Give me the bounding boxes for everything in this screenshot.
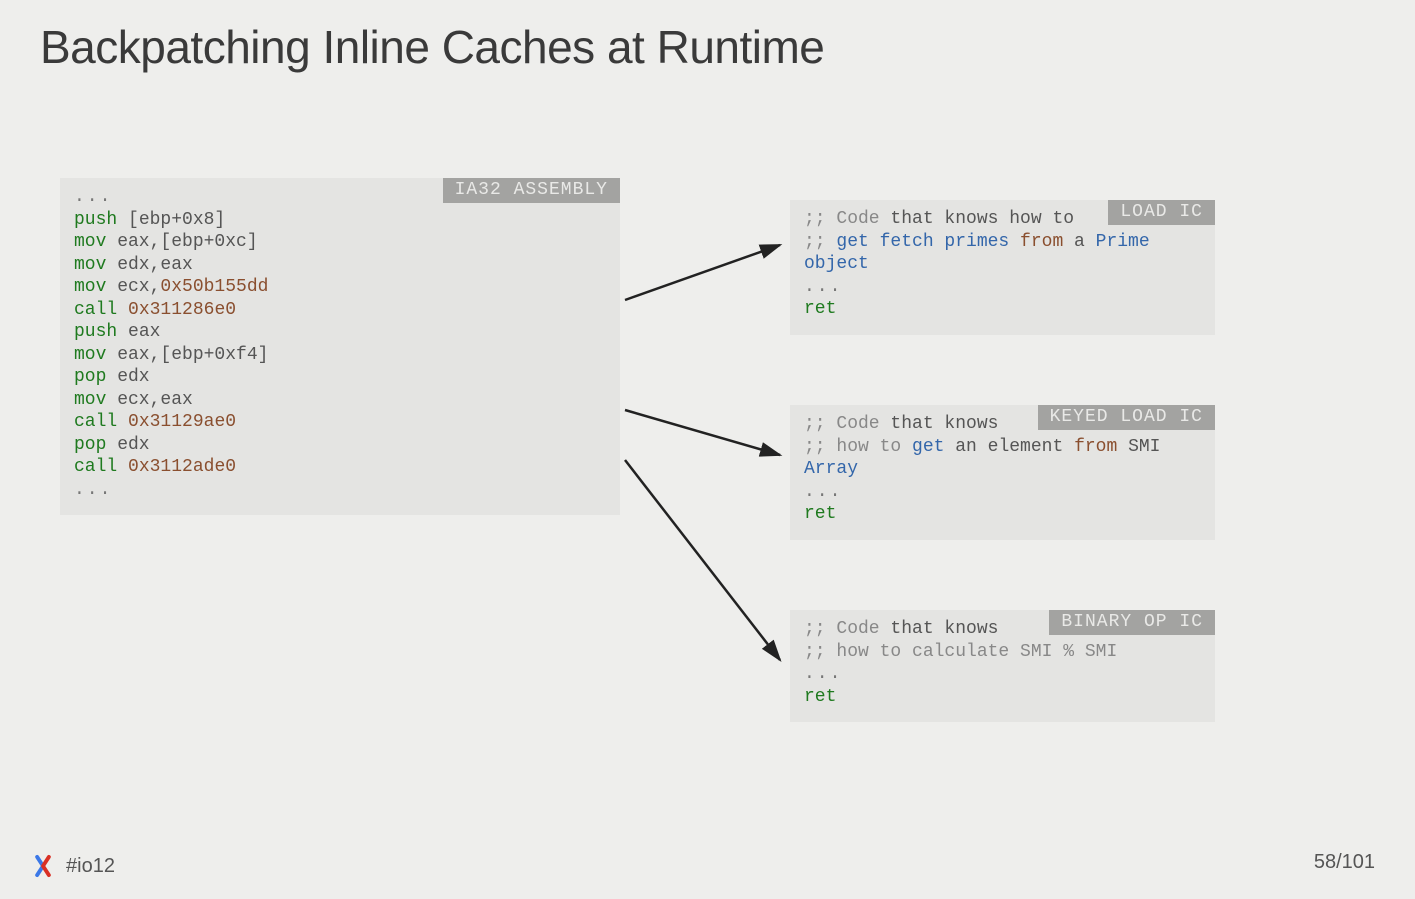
code-line: ... xyxy=(804,481,1201,504)
code-line: ;; get fetch primes from a Prime object xyxy=(804,231,1201,276)
code-line: mov eax,[ebp+0xf4] xyxy=(74,344,606,367)
code-line: push [ebp+0x8] xyxy=(74,209,606,232)
load-ic-block: LOAD IC ;; Code that knows how to ;; get… xyxy=(790,200,1215,335)
code-line: call 0x31129ae0 xyxy=(74,411,606,434)
binary-op-ic-block: BINARY OP IC ;; Code that knows ;; how t… xyxy=(790,610,1215,722)
code-line: call 0x311286e0 xyxy=(74,299,606,322)
ic-tag: BINARY OP IC xyxy=(1049,610,1215,635)
code-line: ... xyxy=(74,479,606,502)
arrow-icon xyxy=(620,400,790,470)
code-line: ret xyxy=(804,686,1201,709)
code-line: pop edx xyxy=(74,366,606,389)
hashtag-label: #io12 xyxy=(66,855,115,878)
assembly-code-block: IA32 ASSEMBLY ... push [ebp+0x8] mov eax… xyxy=(60,178,620,515)
google-io-logo-icon xyxy=(30,853,56,879)
code-line: mov edx,eax xyxy=(74,254,606,277)
code-line: mov ecx,0x50b155dd xyxy=(74,276,606,299)
code-line: ;; how to get an element from SMI Array xyxy=(804,436,1201,481)
code-line: push eax xyxy=(74,321,606,344)
code-line: ... xyxy=(804,663,1201,686)
code-line: ;; how to calculate SMI % SMI xyxy=(804,641,1201,664)
slide-title: Backpatching Inline Caches at Runtime xyxy=(40,20,824,74)
assembly-tag: IA32 ASSEMBLY xyxy=(443,178,620,203)
arrow-icon xyxy=(620,230,790,310)
keyed-load-ic-block: KEYED LOAD IC ;; Code that knows ;; how … xyxy=(790,405,1215,540)
ic-tag: KEYED LOAD IC xyxy=(1038,405,1215,430)
code-line: mov ecx,eax xyxy=(74,389,606,412)
ic-tag: LOAD IC xyxy=(1108,200,1215,225)
code-line: call 0x3112ade0 xyxy=(74,456,606,479)
code-line: pop edx xyxy=(74,434,606,457)
code-line: ... xyxy=(804,276,1201,299)
arrow-icon xyxy=(620,450,790,670)
page-number: 58/101 xyxy=(1314,851,1375,874)
code-line: ret xyxy=(804,503,1201,526)
code-line: ret xyxy=(804,298,1201,321)
code-line: mov eax,[ebp+0xc] xyxy=(74,231,606,254)
